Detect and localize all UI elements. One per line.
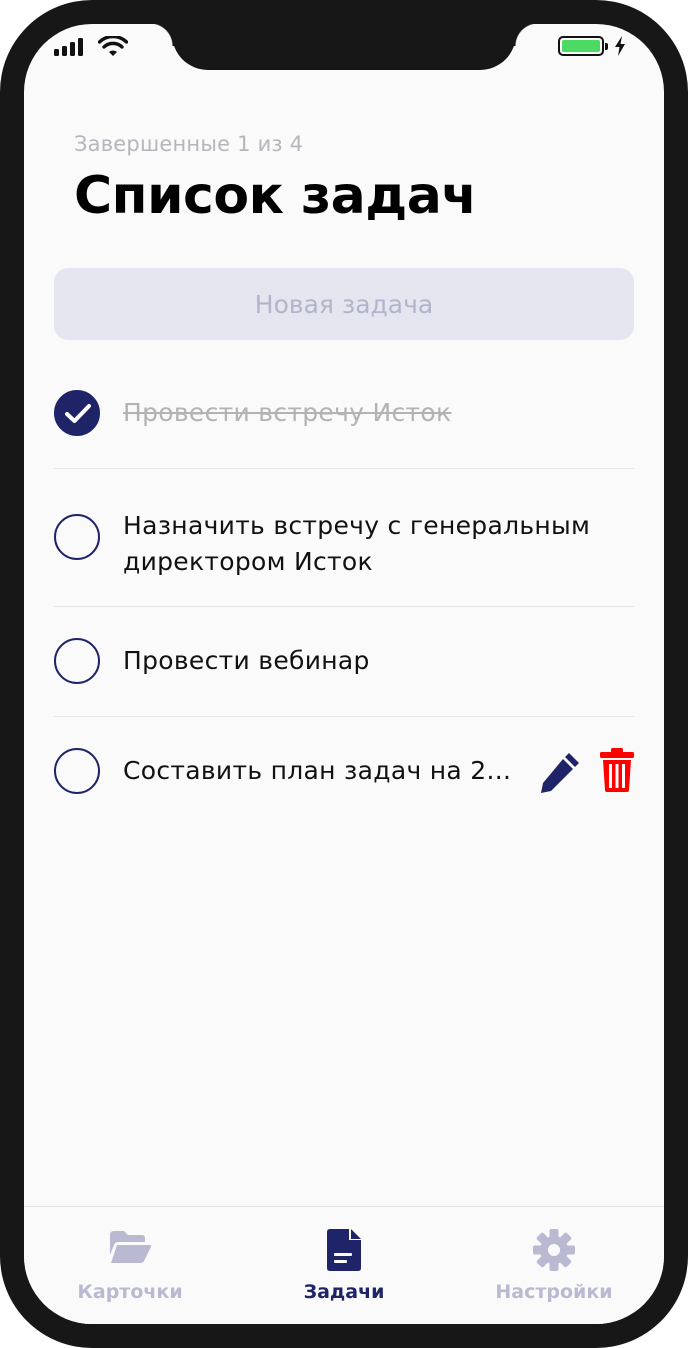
tab-tasks[interactable]: Задачи	[244, 1207, 444, 1324]
folder-open-icon	[110, 1231, 152, 1263]
page-title: Список задач	[74, 166, 477, 226]
task-label: Провести вебинар	[123, 646, 370, 675]
task-checkbox[interactable]	[54, 748, 100, 794]
task-item[interactable]: Составить план задач на 2...	[54, 742, 634, 802]
task-label: Составить план задач на 2...	[123, 756, 512, 785]
task-checkbox-checked[interactable]	[54, 390, 100, 436]
divider	[54, 606, 634, 607]
gear-icon	[533, 1229, 575, 1271]
battery-icon	[558, 36, 608, 56]
task-checkbox[interactable]	[54, 514, 100, 560]
screen: Завершенные 1 из 4 Список задач Провести…	[24, 24, 664, 1324]
checkmark-icon	[65, 404, 91, 423]
divider	[54, 468, 634, 469]
task-checkbox[interactable]	[54, 638, 100, 684]
wifi-icon	[98, 36, 128, 56]
tab-label: Настройки	[495, 1281, 613, 1303]
task-item[interactable]: Провести встречу Исток	[54, 384, 634, 444]
tab-bar: Карточки Задачи Настройки	[24, 1206, 664, 1324]
cellular-signal-icon	[54, 38, 83, 56]
document-icon	[327, 1229, 361, 1271]
pencil-icon[interactable]	[538, 750, 582, 794]
task-label: Назначить встречу с генеральным директор…	[123, 508, 590, 580]
completed-counter: Завершенные 1 из 4	[74, 132, 304, 156]
task-label-line: Назначить встречу с генеральным	[123, 511, 591, 540]
phone-frame: Завершенные 1 из 4 Список задач Провести…	[0, 0, 688, 1348]
task-label-line: директором Исток	[123, 547, 373, 576]
tab-label: Задачи	[303, 1281, 385, 1303]
task-item[interactable]: Назначить встречу с генеральным директор…	[54, 508, 634, 598]
divider	[54, 716, 634, 717]
tab-settings[interactable]: Настройки	[454, 1207, 654, 1324]
charging-bolt-icon	[615, 36, 625, 56]
notch	[150, 24, 538, 70]
new-task-input[interactable]	[54, 268, 634, 340]
tab-label: Карточки	[77, 1281, 183, 1303]
task-label: Провести встречу Исток	[123, 398, 452, 427]
tab-cards[interactable]: Карточки	[30, 1207, 230, 1324]
task-item[interactable]: Провести вебинар	[54, 632, 634, 692]
trash-icon[interactable]	[600, 748, 634, 792]
